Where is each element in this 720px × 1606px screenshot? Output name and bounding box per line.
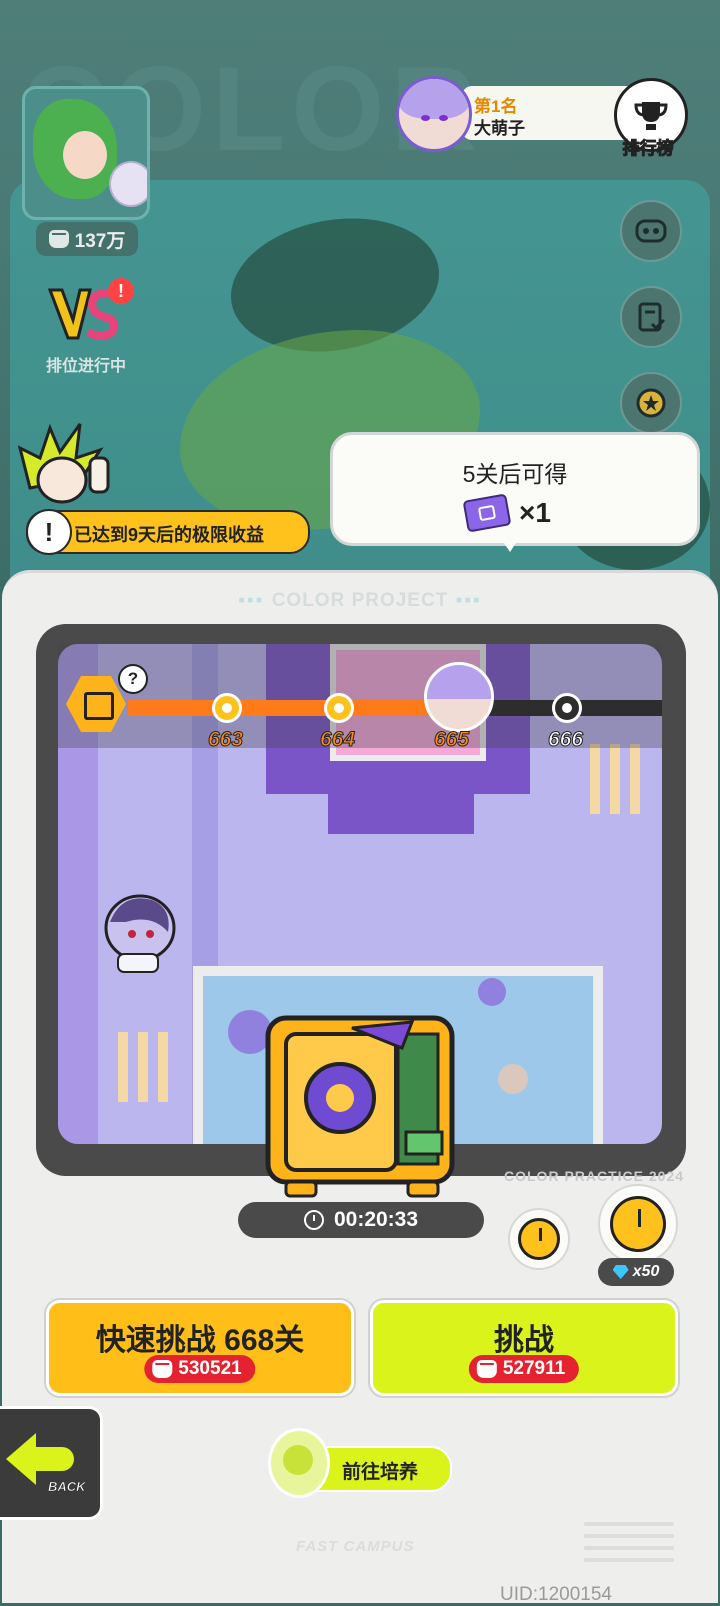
map-crosswalk — [590, 744, 600, 814]
star-badge-icon — [636, 388, 666, 418]
map-crosswalk — [630, 744, 640, 814]
user-id: UID:1200154 — [500, 1584, 612, 1605]
character-train-icon[interactable] — [268, 1428, 330, 1498]
fist-icon — [476, 1360, 497, 1378]
map-crosswalk — [158, 1032, 168, 1102]
panel-title-deco: ▪▪▪ — [238, 590, 272, 611]
map-ball — [478, 978, 506, 1006]
quick-challenge-button[interactable]: 快速挑战 668关 530521 — [46, 1300, 354, 1396]
map-hero-character — [104, 894, 176, 973]
back-arrow-icon — [6, 1433, 36, 1485]
power-display: 137万 — [36, 222, 138, 256]
map-annex — [328, 794, 474, 834]
panel-title-text: COLOR PROJECT — [271, 590, 449, 611]
challenge-power: 527911 — [468, 1355, 580, 1383]
avatar-eye — [439, 115, 448, 121]
reward-quantity: ×1 — [519, 497, 551, 528]
help-icon[interactable]: ? — [118, 664, 148, 694]
speedup-cost-value: x50 — [632, 1263, 660, 1280]
map-crosswalk — [118, 1032, 128, 1102]
progress-node — [324, 693, 354, 723]
avatar-hair — [427, 665, 491, 699]
income-tip-text: 已达到9天后的极限收益 — [74, 525, 265, 545]
level-label: 665 — [433, 728, 470, 752]
leaderboard-label: 排行榜 — [622, 139, 674, 159]
timer-value: 00:20:33 — [333, 1208, 419, 1231]
power-value: 137万 — [74, 230, 126, 252]
avatar-face — [63, 131, 107, 179]
map-crosswalk — [610, 744, 620, 814]
map-ball — [498, 1064, 528, 1094]
toast-tail — [498, 534, 522, 552]
challenge-label: 挑战 — [494, 1324, 554, 1357]
ticket-icon — [462, 493, 512, 533]
warning-icon: ! — [26, 509, 72, 555]
side-button-mail[interactable] — [620, 200, 682, 262]
back-label: BACK — [48, 1479, 86, 1495]
back-arrow-shaft — [34, 1447, 74, 1471]
ranked-label: 排位进行中 — [45, 358, 126, 375]
leaderboard-name: 大萌子 — [474, 119, 525, 138]
ranked-alert-badge: ! — [108, 278, 134, 304]
mascot-character — [17, 423, 110, 504]
footer-watermark: FAST CAMPUS — [296, 1538, 415, 1555]
map-watermark: COLOR PRACTICE 2024 — [504, 1168, 685, 1184]
level-label: 666 — [547, 728, 584, 752]
fist-icon — [152, 1360, 173, 1378]
panel-title-deco: ▪▪▪ — [448, 590, 482, 611]
quick-challenge-power-value: 530521 — [178, 1358, 242, 1379]
refresh-clock-button[interactable] — [508, 1208, 570, 1270]
go-train-label: 前往培养 — [342, 1462, 419, 1483]
avatar-eye — [421, 115, 430, 121]
panel-title: ▪▪▪ COLOR PROJECT ▪▪▪ — [0, 590, 720, 612]
vault-safe-icon[interactable] — [262, 1012, 462, 1200]
level-label: 664 — [319, 728, 356, 752]
alarm-clock-icon — [610, 1196, 666, 1252]
countdown-timer: 00:20:33 — [238, 1202, 484, 1238]
quick-challenge-power: 530521 — [144, 1355, 256, 1383]
level-label: 663 — [207, 728, 244, 752]
mailbox-icon — [635, 219, 667, 243]
leaderboard-avatar — [396, 76, 472, 152]
income-tip: ! 已达到9天后的极限收益 — [26, 509, 310, 555]
reward-item: ×1 — [462, 493, 551, 533]
current-level-avatar — [424, 662, 494, 732]
ranked-button[interactable]: ! 排位进行中 — [36, 278, 136, 382]
map-crosswalk — [138, 1032, 148, 1102]
reward-toast-title: 5关后可得 — [462, 461, 568, 487]
back-button[interactable]: BACK — [0, 1406, 103, 1520]
side-button-tasks[interactable] — [620, 286, 682, 348]
speedup-cost: x50 — [598, 1258, 674, 1286]
trophy-icon — [634, 102, 668, 130]
challenge-power-value: 527911 — [502, 1358, 566, 1379]
avatar-hair — [399, 79, 469, 119]
quick-challenge-label: 快速挑战 668关 — [95, 1324, 305, 1357]
progress-node — [212, 693, 242, 723]
player-avatar[interactable] — [22, 86, 150, 220]
avatar-pet — [109, 161, 147, 207]
diamond-icon — [612, 1265, 629, 1279]
side-button-events[interactable] — [620, 372, 682, 434]
footer-decoration — [584, 1514, 674, 1584]
checklist-icon — [638, 302, 666, 332]
alarm-clock-icon — [518, 1218, 560, 1260]
clock-icon — [303, 1210, 324, 1230]
progress-line-completed — [128, 700, 448, 716]
fist-icon — [48, 230, 69, 248]
challenge-button[interactable]: 挑战 527911 — [370, 1300, 678, 1396]
progress-node — [552, 693, 582, 723]
speedup-clock-button[interactable] — [598, 1184, 678, 1264]
reward-toast: 5关后可得 ×1 — [330, 432, 700, 546]
